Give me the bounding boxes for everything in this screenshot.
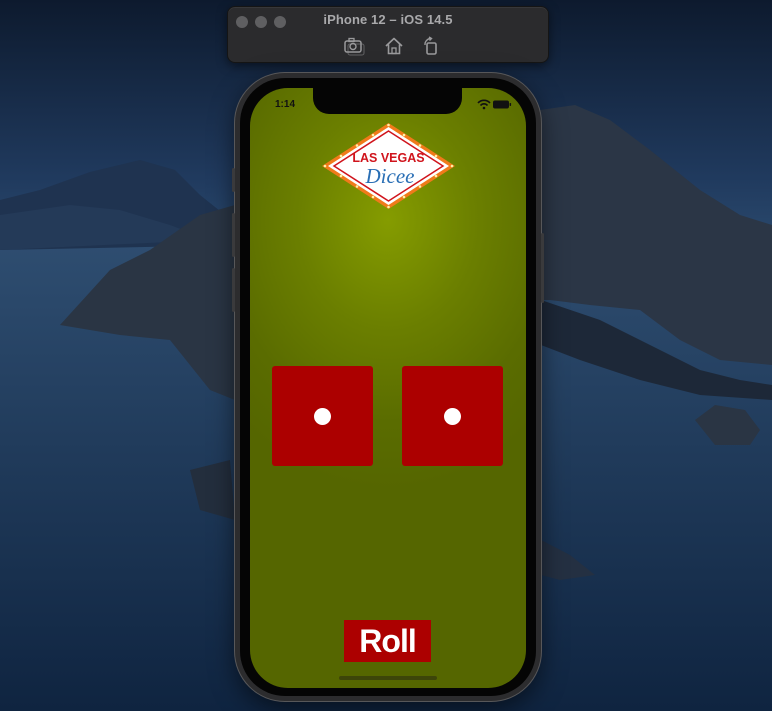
notch <box>313 88 462 114</box>
battery-icon <box>493 100 512 109</box>
die-pip <box>314 408 331 425</box>
volume-down-button[interactable] <box>232 268 235 312</box>
roll-button[interactable]: Roll <box>344 620 431 662</box>
simulator-title: iPhone 12 – iOS 14.5 <box>323 12 453 27</box>
die-pip <box>444 408 461 425</box>
logo-dicee-text: Dicee <box>365 164 415 188</box>
rotate-icon[interactable] <box>420 35 442 57</box>
las-vegas-dicee-logo: LAS VEGAS Dicee <box>322 123 455 209</box>
screenshot-icon[interactable] <box>343 35 365 57</box>
simulator-toolbar: iPhone 12 – iOS 14.5 <box>227 6 549 63</box>
silent-switch[interactable] <box>232 168 235 192</box>
app-screen: 1:14 LAS VEGAS Dicee Roll <box>250 88 526 688</box>
status-icons <box>477 99 512 110</box>
home-icon[interactable] <box>383 35 405 57</box>
logo-las-vegas-text: LAS VEGAS <box>352 151 424 165</box>
home-indicator[interactable] <box>339 676 437 680</box>
side-button[interactable] <box>541 233 544 303</box>
left-die <box>272 366 373 466</box>
volume-up-button[interactable] <box>232 213 235 257</box>
status-time: 1:14 <box>275 99 296 110</box>
right-die <box>402 366 503 466</box>
wifi-icon <box>477 99 491 110</box>
